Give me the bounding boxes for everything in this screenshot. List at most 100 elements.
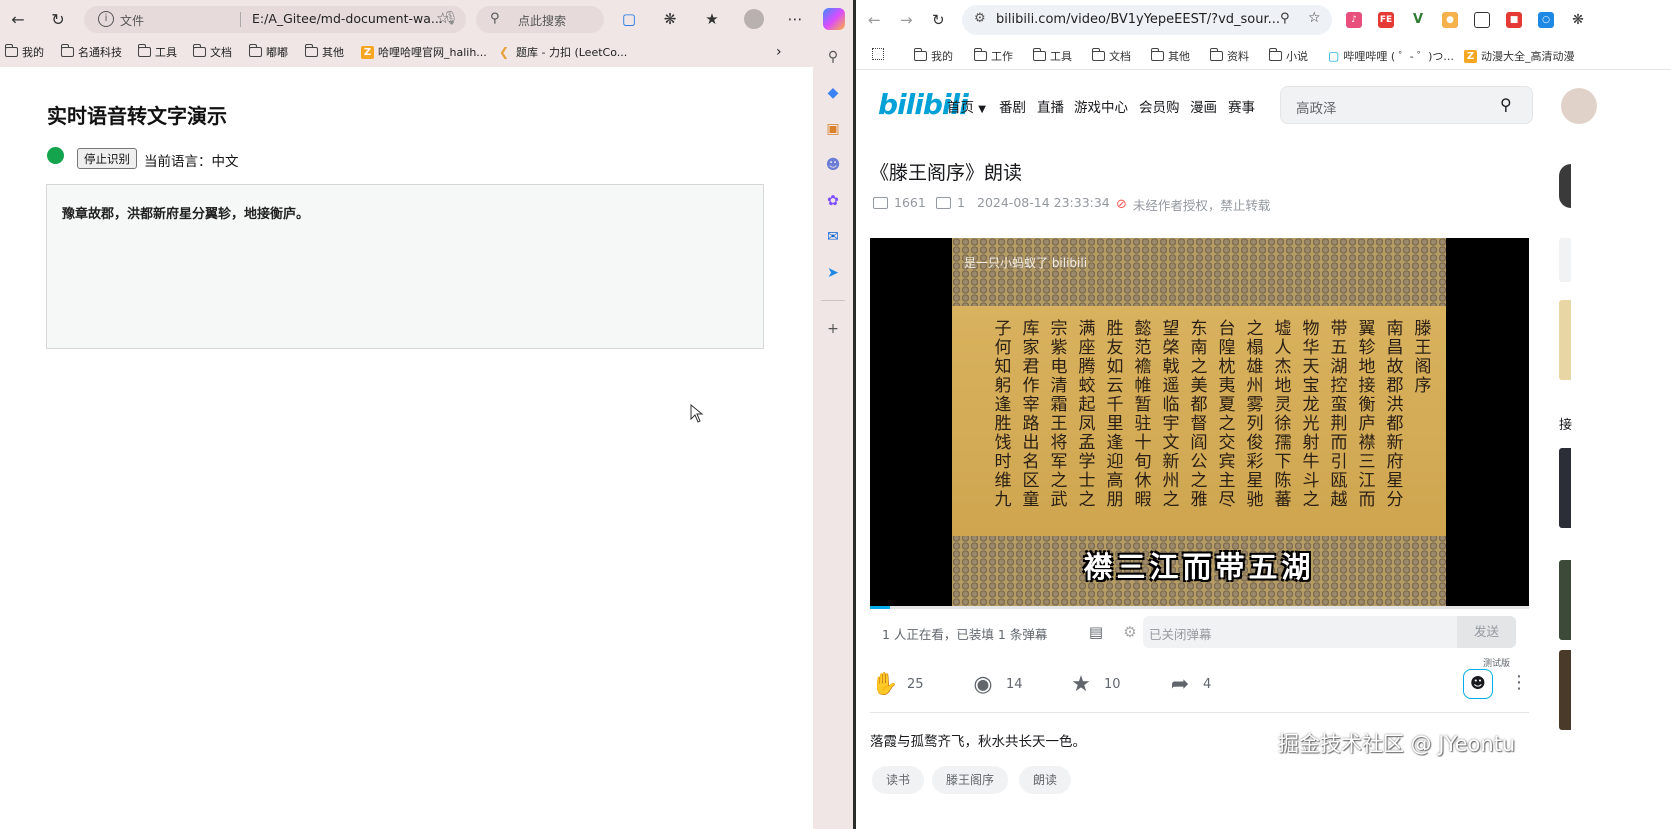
favorite-button[interactable]: ★ 10 (1068, 672, 1120, 697)
bookmarks-overflow-chevron-icon[interactable]: › (776, 44, 782, 60)
sidebar-card-partial[interactable] (1559, 238, 1571, 282)
bookmark-novels[interactable]: 小说 (1269, 48, 1308, 64)
bookmark-tools[interactable]: 工具 (138, 44, 177, 60)
sidebar-people-icon[interactable]: ☻ (824, 156, 842, 174)
profile-avatar[interactable] (744, 9, 764, 29)
recommended-video-thumb-1[interactable] (1559, 448, 1571, 528)
folder-icon (1269, 48, 1282, 61)
bookmark-bilibili[interactable]: ▢ 哔哩哔哩 ( ゜- ゜)つ... (1328, 48, 1454, 64)
nav-home[interactable]: 首页 ▼ (947, 96, 986, 116)
zoom-icon[interactable]: ⚲ (1280, 11, 1290, 26)
favorites-icon[interactable]: ★ (702, 9, 722, 29)
calligraphy-column: 翼轸地接衡庐襟三江而 (1358, 319, 1376, 510)
apps-grid-icon[interactable] (872, 48, 884, 60)
extension-pink-icon[interactable]: ♪ (1346, 12, 1362, 28)
tag-recitation[interactable]: 朗读 (1019, 766, 1072, 794)
stop-recognition-button[interactable]: 停止识别 (77, 148, 137, 169)
left-browser-window: ← ↻ i 文件 E:/A_Gitee/md-document-wa... 🎙 … (0, 0, 853, 829)
bookmark-mingtong[interactable]: 名通科技 (61, 44, 122, 60)
search-icon[interactable]: ⚲ (1500, 95, 1512, 114)
extension-window-icon[interactable] (1474, 12, 1490, 28)
send-danmaku-button[interactable]: 发送 (1457, 616, 1516, 648)
nav-anime[interactable]: 番剧 (999, 96, 1026, 116)
promo-card-partial[interactable] (1559, 300, 1571, 380)
recommended-video-thumb-2[interactable] (1559, 560, 1571, 640)
sidebar-search-icon[interactable]: ⚲ (824, 48, 842, 66)
sidebar-office-icon[interactable]: ✿ (824, 192, 842, 210)
recommend-column-edge (1557, 138, 1571, 829)
sidebar-add-icon[interactable]: + (824, 320, 842, 338)
danmaku-toggle-icon[interactable]: ▤ (1086, 622, 1106, 642)
danmaku-settings-icon[interactable]: ⚙ (1120, 622, 1140, 642)
video-progress-bar[interactable] (870, 606, 1529, 609)
bookmark-halihali[interactable]: Z 哈哩哈哩官网_halih... (361, 44, 487, 60)
address-bar[interactable]: i 文件 E:/A_Gitee/md-document-wa... 🎙 (84, 6, 466, 33)
site-settings-icon[interactable]: ⚙ (974, 11, 986, 26)
nav-live[interactable]: 直播 (1037, 96, 1064, 116)
bookmark-star-icon[interactable]: ☆ (1308, 10, 1321, 26)
copilot-icon[interactable] (823, 8, 845, 30)
ai-assistant-button[interactable]: ☻ (1463, 669, 1493, 699)
address-url[interactable]: E:/A_Gitee/md-document-wa... (252, 11, 443, 26)
calligraphy-column: 望棨戟遥临宇文新州之 (1162, 319, 1180, 510)
uploader-avatar-partial[interactable] (1559, 164, 1571, 208)
extension-blue-icon[interactable]: ○ (1538, 12, 1554, 28)
left-toolbar: ← ↻ i 文件 E:/A_Gitee/md-document-wa... 🎙 … (0, 0, 853, 38)
nav-manga[interactable]: 漫画 (1190, 96, 1217, 116)
address-bar[interactable]: ⚙ bilibili.com/video/BV1yYepeEEST/?vd_so… (962, 5, 1332, 35)
star-icon: ★ (1071, 672, 1091, 697)
extension-red-icon[interactable]: ■ (1506, 12, 1522, 28)
like-button[interactable]: ✋ 25 (871, 672, 924, 697)
bookmark-other[interactable]: 其他 (305, 44, 344, 60)
back-icon[interactable]: ← (8, 9, 28, 29)
extensions-icon[interactable]: ❋ (660, 9, 680, 29)
extension-orange-icon[interactable]: ● (1442, 12, 1458, 28)
user-avatar[interactable] (1561, 88, 1597, 124)
bookmark-wode[interactable]: 我的 (5, 44, 44, 60)
bilibili-tv-icon: ▢ (1328, 49, 1340, 63)
bookmark-leetcode[interactable]: ❮ 题库 - 力扣 (LeetCo... (499, 44, 627, 60)
sidebar-outlook-icon[interactable]: ✉ (824, 228, 842, 246)
refresh-icon[interactable]: ↻ (48, 9, 68, 29)
more-menu-icon[interactable]: ⋯ (785, 9, 805, 29)
info-icon[interactable]: i (98, 11, 114, 27)
search-box[interactable]: ⚲ 点此搜索 (476, 6, 604, 33)
more-options-icon[interactable]: ⋮ (1510, 672, 1528, 693)
bookmark-other[interactable]: 其他 (1151, 48, 1190, 64)
danmaku-input[interactable]: 已关闭弹幕 发送 (1143, 616, 1516, 648)
video-title: 《滕王阁序》朗读 (870, 162, 1023, 184)
sidebar-toolbox-icon[interactable]: ▣ (824, 120, 842, 138)
bookmark-materials[interactable]: 资料 (1210, 48, 1249, 64)
address-url[interactable]: bilibili.com/video/BV1yYepeEEST/?vd_sour… (996, 12, 1280, 27)
site-search-input[interactable]: 高政泽 ⚲ (1280, 86, 1533, 124)
sidebar-send-icon[interactable]: ➤ (824, 264, 842, 282)
bookmark-docs[interactable]: 文档 (1092, 48, 1131, 64)
bookmark-work[interactable]: 工作 (974, 48, 1013, 64)
bookmark-anime[interactable]: Z 动漫大全_高清动漫 (1464, 48, 1575, 64)
bookmark-wode[interactable]: 我的 (914, 48, 953, 64)
refresh-icon[interactable]: ↻ (932, 11, 945, 29)
nav-esports[interactable]: 赛事 (1228, 96, 1255, 116)
nav-game-center[interactable]: 游戏中心 (1074, 96, 1128, 116)
bookmark-tools[interactable]: 工具 (1033, 48, 1072, 64)
transcript-text: 豫章故郡，洪都新府星分翼轸，地接衡庐。 (62, 207, 310, 222)
forward-icon[interactable]: → (900, 11, 913, 29)
calligraphy-column: 带五湖控蛮荆而引瓯越 (1330, 319, 1348, 510)
video-player[interactable]: 是一只小蚂蚁了 bilibili 滕王阁序 南昌故郡洪都新府星分 翼轸地接衡庐襟三江… (870, 238, 1529, 608)
tag-tengwangge[interactable]: 滕王阁序 (932, 766, 1009, 794)
bilibili-tv-icon[interactable]: ▢ (619, 9, 639, 29)
extension-fe-icon[interactable]: FE (1378, 12, 1394, 28)
sidebar-tag-icon[interactable]: ◆ (824, 84, 842, 102)
back-icon[interactable]: ← (868, 11, 881, 29)
bookmark-dudu[interactable]: 嘟嘟 (249, 44, 288, 60)
nav-mall[interactable]: 会员购 (1139, 96, 1180, 116)
recommended-video-thumb-3[interactable] (1559, 650, 1571, 730)
favorite-star-icon[interactable]: ☆ (436, 9, 449, 27)
coin-button[interactable]: ◉ 14 (970, 672, 1022, 697)
right-bookmarks-bar: 我的 工作 工具 文档 其他 资料 小说 ▢ 哔哩哔哩 ( ゜- ゜)つ... Z… (856, 40, 1671, 70)
bookmark-docs[interactable]: 文档 (193, 44, 232, 60)
extension-vue-icon[interactable]: V (1410, 12, 1426, 28)
tag-reading[interactable]: 读书 (872, 766, 925, 794)
share-button[interactable]: ➦ 4 (1167, 672, 1212, 697)
extensions-puzzle-icon[interactable]: ❋ (1570, 12, 1586, 28)
